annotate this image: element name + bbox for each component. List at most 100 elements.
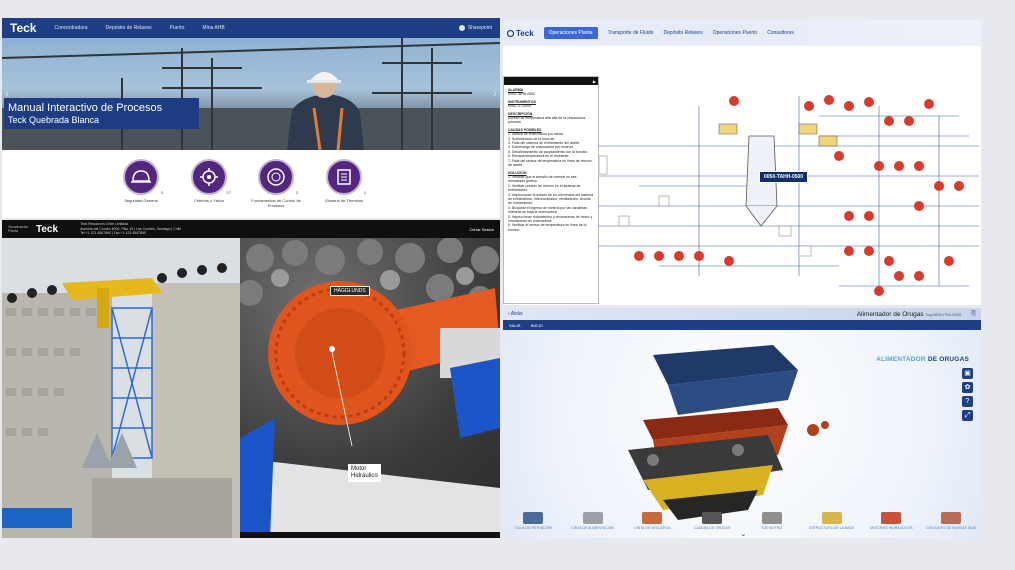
- part-label: CINTA DE DESCARGA: [634, 526, 671, 530]
- sharepoint-link[interactable]: Sharepoint: [458, 25, 492, 31]
- equipment-tag: Tag:0050-FEA-0050: [925, 311, 962, 317]
- motor-brand-tag: HÄGGLUNDS: [330, 286, 370, 296]
- part-label: MOTORES HIDRÁULICOS: [870, 526, 913, 530]
- teck-logo[interactable]: Teck: [10, 21, 36, 35]
- part-label: ESTRUCTURA DE LA BASE: [809, 526, 855, 530]
- hero-subtitle: Teck Quebrada Blanca: [8, 115, 100, 125]
- equipment-heading: ALIMENTADOR DE ORUGAS: [876, 356, 969, 363]
- gauge-icon: [267, 168, 285, 186]
- sharepoint-icon: [458, 25, 465, 31]
- portal-home-panel: Teck Concentradora Depósito de Relaves P…: [2, 18, 500, 218]
- solution-item: 4. Bloquear el ingreso de mineral por la…: [508, 205, 587, 215]
- nav-consultores[interactable]: Consultores: [767, 30, 794, 36]
- equipment-3d-view[interactable]: ALIMENTADOR DE ORUGAS ▣ ✿ ? ⤢ TOLVA DE R…: [503, 330, 981, 538]
- share-icon[interactable]: ⎘: [971, 311, 976, 318]
- book-icon: [337, 169, 351, 185]
- part-eje-motriz[interactable]: EJE MOTRIZ: [746, 512, 798, 530]
- instruments-value: 0050-TIT-0505: [508, 104, 531, 109]
- plant-render: [2, 238, 240, 538]
- equipment-heading-left: ALIMENTADOR: [876, 356, 926, 363]
- sharepoint-label: Sharepoint: [467, 25, 492, 31]
- category-row: 3 Seguridad General 27 Criterios y Visió…: [2, 150, 500, 218]
- part-label: EJE MOTRIZ: [761, 526, 783, 530]
- solution-item: 5. Inspeccionar rodamientos y chumaceras…: [508, 214, 593, 223]
- category-criterios-vision[interactable]: 27: [191, 159, 231, 195]
- chevron-down-icon[interactable]: ⌄: [741, 531, 746, 538]
- nav-deposito-relaves[interactable]: Depósito Relaves: [664, 30, 703, 36]
- solution-item: 3. Inspeccionar el estado de los element…: [508, 192, 594, 206]
- solution-item: 1. Verificar que el tamaño de mineral no…: [508, 174, 577, 184]
- teck-logo-mark-icon: [507, 29, 514, 37]
- nav-mina-ahb[interactable]: Mina AHB: [202, 25, 224, 31]
- category-fundamentos-control[interactable]: 3: [258, 159, 298, 195]
- teck-logo-text: Teck: [516, 28, 534, 38]
- equipment-title-text: Alimentador de Orugas: [856, 310, 924, 318]
- crusher-3d-view[interactable]: HÄGGLUNDS Motor Hidráulico: [240, 238, 500, 538]
- alarm-detail-panel: ▶ ALARMA 0050-TAHH-0500 INSTRUMENTOS 005…: [503, 76, 599, 304]
- part-cinta-descarga[interactable]: CINTA DE DESCARGA: [626, 512, 678, 530]
- part-label: CADENA DE ORUGAS: [693, 526, 731, 530]
- part-cadena-orugas[interactable]: CADENA DE ORUGAS: [686, 512, 738, 530]
- nav-transporte-fluido[interactable]: Transporte de Fluido: [608, 30, 654, 36]
- top-nav: Teck Operaciones Planta Transporte de Fl…: [503, 20, 981, 46]
- address-line: Tel +1 123 4567890 | Fax +1 123 4567890: [80, 231, 146, 236]
- plant-visualization-panel: Visualización Planta Teck Teck Resources…: [2, 220, 500, 538]
- category-label: Seguridad General: [124, 198, 158, 203]
- hero-next-arrow[interactable]: ›: [493, 86, 497, 100]
- equipment-3d-panel: ‹ Atrás Alimentador de Orugas Tag:0050-F…: [503, 308, 981, 538]
- nav-deposito-relaves[interactable]: Depósito de Relaves: [106, 25, 152, 31]
- part-motores-hidraulicos[interactable]: MOTORES HIDRÁULICOS: [865, 512, 917, 530]
- motor-callout-line2: Hidráulico: [351, 473, 378, 479]
- collapse-icon[interactable]: ▶: [593, 79, 596, 84]
- category-count: 1: [363, 190, 366, 195]
- crusher-render: [240, 238, 500, 538]
- nav-operaciones-planta[interactable]: Operaciones Planta: [543, 27, 598, 39]
- back-label: Atrás: [510, 311, 523, 317]
- alarm-tag-label[interactable]: 0050-TAHH-0500: [759, 171, 809, 183]
- part-tolva-retencion[interactable]: TOLVA DE RETENCIÓN: [507, 512, 559, 530]
- nav-operaciones-puerto[interactable]: Operaciones Puerto: [713, 30, 757, 36]
- screenshot-collage: Teck Concentradora Depósito de Relaves P…: [0, 0, 1015, 570]
- equipment-subbar: SALIR INICIO: [503, 320, 981, 330]
- logout-button[interactable]: Cerrar Sesión: [469, 227, 494, 232]
- hard-hat-icon: [131, 170, 151, 183]
- pid-diagram-panel: Teck Operaciones Planta Transporte de Fl…: [503, 20, 981, 305]
- nav-puerto[interactable]: Puerto: [170, 25, 185, 31]
- nav-concentradora[interactable]: Concentradora: [54, 25, 87, 31]
- expand-icon[interactable]: ⤢: [962, 410, 973, 421]
- pid-diagram[interactable]: 0050-TAHH-0500: [598, 76, 979, 304]
- equipment-heading-right: DE ORUGAS: [927, 356, 969, 363]
- category-label: Criterios y Visión: [194, 198, 224, 203]
- hero-image: [2, 38, 500, 150]
- back-button[interactable]: ‹ Atrás: [508, 311, 522, 317]
- solution-item: 6. Verificar el sensor de temperatura en…: [508, 223, 587, 232]
- home-button[interactable]: INICIO: [531, 323, 543, 328]
- category-seguridad-general[interactable]: 3: [123, 159, 163, 195]
- help-icon[interactable]: ?: [962, 396, 973, 407]
- company-address: Teck Resources Chile Limitada Avenida de…: [80, 222, 181, 236]
- category-label: Fundamentos de Control de Procesos: [251, 198, 301, 208]
- motor-callout[interactable]: Motor Hidráulico: [348, 464, 381, 482]
- gear-icon[interactable]: ✿: [962, 382, 973, 393]
- camera-icon[interactable]: ▣: [962, 368, 973, 379]
- part-ruedas-guia[interactable]: CONJUNTO DE RUEDAS GUÍA: [925, 512, 977, 530]
- category-glosario[interactable]: 1: [326, 159, 366, 195]
- part-cinta-alimentacion[interactable]: CINTA DE ALIMENTACIÓN: [567, 512, 619, 530]
- teck-logo[interactable]: Teck: [507, 29, 534, 38]
- plant-3d-view[interactable]: [2, 238, 240, 538]
- hero-title: Manual Interactivo de Procesos: [8, 102, 163, 114]
- exit-button[interactable]: SALIR: [509, 323, 521, 328]
- category-count: 3: [160, 190, 163, 195]
- cause-item: 7. Falla del sensor de temperatura en lí…: [508, 158, 592, 168]
- solution-item: 2. Verificar presión de retorno en el si…: [508, 183, 581, 193]
- top-nav: Teck Concentradora Depósito de Relaves P…: [2, 18, 500, 38]
- gears-icon: [200, 168, 218, 186]
- part-label: CONJUNTO DE RUEDAS GUÍA: [925, 526, 977, 530]
- part-estructura-base[interactable]: ESTRUCTURA DE LA BASE: [806, 512, 858, 530]
- teck-logo[interactable]: Teck: [36, 224, 58, 235]
- alarm-panel-header: ▶: [504, 77, 598, 85]
- pid-drawing: [598, 95, 979, 296]
- category-count: 3: [295, 190, 298, 195]
- category-label: Glosario de Términos: [324, 198, 364, 203]
- hero-title-box: Manual Interactivo de Procesos Teck Queb…: [4, 98, 199, 129]
